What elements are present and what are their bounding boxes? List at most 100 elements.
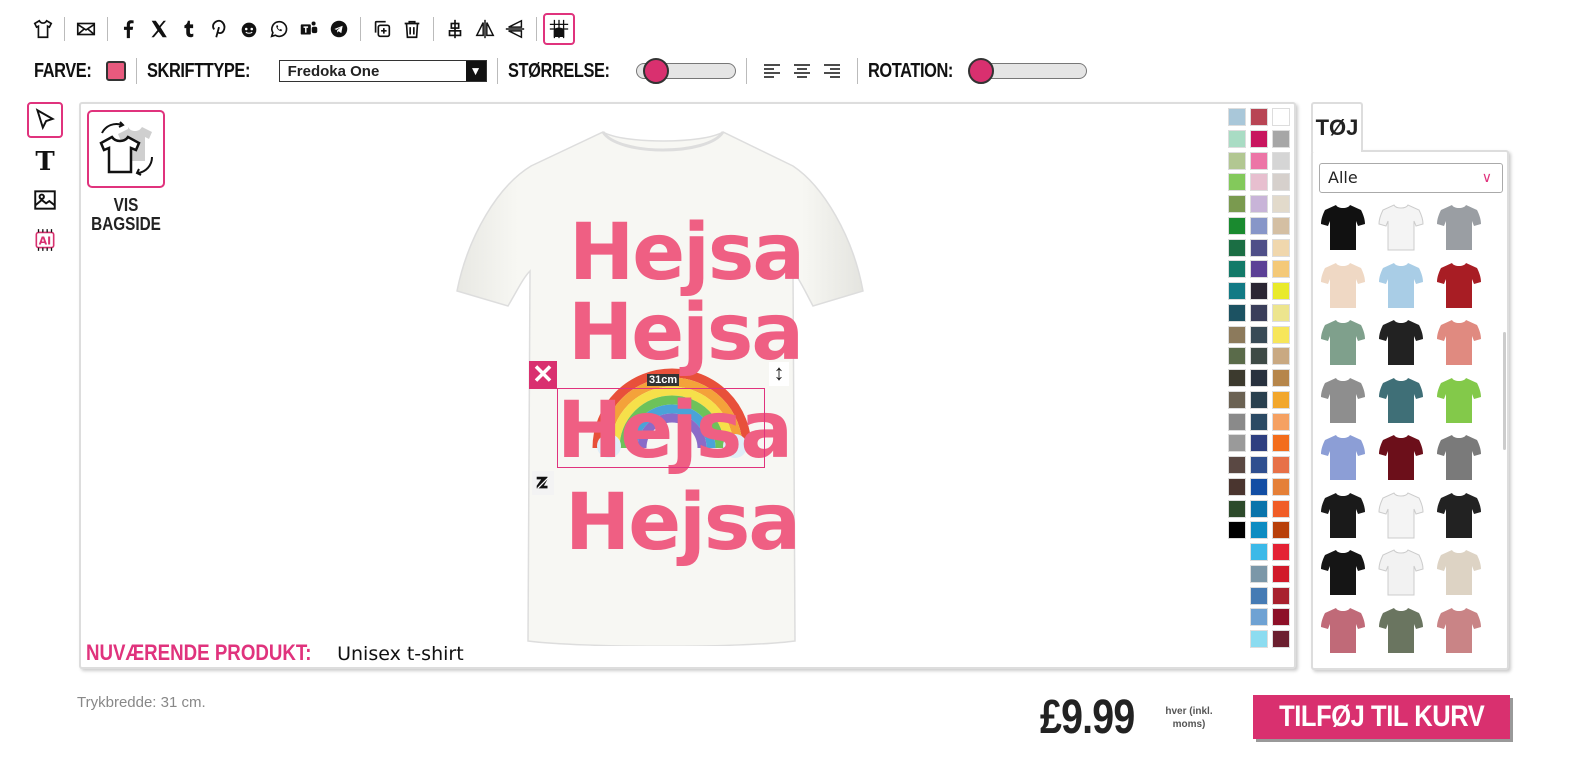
color-swatch-option[interactable]: [1228, 412, 1246, 431]
facebook-icon[interactable]: [114, 14, 144, 44]
color-swatch-option[interactable]: [1272, 151, 1290, 170]
product-item-beige-tshirt[interactable]: [1319, 260, 1367, 310]
color-swatch-option[interactable]: [1272, 390, 1290, 409]
product-item-varsity-jacket[interactable]: [1435, 260, 1483, 310]
color-swatch-option[interactable]: [1250, 390, 1268, 409]
product-item-salmon-tank[interactable]: [1435, 317, 1483, 367]
color-swatch-option[interactable]: [1272, 347, 1290, 366]
size-slider[interactable]: [635, 58, 736, 84]
color-swatch-option[interactable]: [1272, 195, 1290, 213]
product-item-black-tshirt[interactable]: [1319, 202, 1367, 252]
color-swatch-option[interactable]: [1250, 195, 1268, 213]
color-swatch-option[interactable]: [1250, 521, 1268, 540]
color-swatch-option[interactable]: [1228, 369, 1246, 387]
color-swatch-option[interactable]: [1228, 456, 1246, 474]
color-swatch-option[interactable]: [1228, 325, 1246, 344]
color-swatch-option[interactable]: [1272, 129, 1290, 148]
design-canvas[interactable]: VIS BAGSIDE Hejsa Hejsa Hejsa Hejsa 31cm…: [79, 102, 1296, 669]
color-swatch-option[interactable]: [1228, 173, 1246, 192]
color-swatch-option[interactable]: [1272, 434, 1290, 453]
duplicate-icon[interactable]: [367, 14, 397, 44]
tumblr-icon[interactable]: [174, 14, 204, 44]
text-line-2[interactable]: Hejsa: [568, 294, 804, 372]
product-item-rose-longsleeve[interactable]: [1319, 605, 1367, 655]
add-to-cart-button[interactable]: TILFØJ TIL KURV: [1253, 695, 1510, 739]
color-swatch-option[interactable]: [1228, 477, 1246, 496]
scrollbar[interactable]: [1503, 332, 1506, 450]
tab-clothing[interactable]: TØJ: [1311, 102, 1363, 152]
color-swatch-option[interactable]: [1228, 390, 1246, 409]
color-swatch-option[interactable]: [1250, 434, 1268, 453]
color-swatch-option[interactable]: [1272, 586, 1290, 605]
color-swatch-option[interactable]: [1250, 543, 1268, 561]
product-item-black-tee[interactable]: [1319, 490, 1367, 540]
color-swatch-option[interactable]: [1272, 630, 1290, 648]
grid-icon[interactable]: [543, 13, 575, 45]
selection-box[interactable]: [557, 388, 765, 468]
color-swatch-option[interactable]: [1272, 173, 1290, 192]
ai-tool-icon[interactable]: AI: [27, 222, 63, 258]
color-swatch-option[interactable]: [1250, 630, 1268, 648]
color-swatch-option[interactable]: [1250, 369, 1268, 387]
pinterest-icon[interactable]: [204, 14, 234, 44]
product-item-sage-longsleeve[interactable]: [1319, 317, 1367, 367]
color-swatch-option[interactable]: [1272, 303, 1290, 322]
color-swatch-option[interactable]: [1250, 325, 1268, 344]
color-swatch-option[interactable]: [1228, 347, 1246, 366]
color-swatch-option[interactable]: [1272, 499, 1290, 518]
product-item-grey-polo[interactable]: [1435, 432, 1483, 482]
color-swatch-option[interactable]: [1228, 108, 1246, 126]
font-select[interactable]: Fredoka One ▼: [278, 60, 487, 82]
color-swatch-option[interactable]: [1250, 499, 1268, 518]
product-item-grey-crop-top[interactable]: [1319, 375, 1367, 425]
color-swatch-option[interactable]: [1250, 412, 1268, 431]
color-swatch-option[interactable]: [1272, 369, 1290, 387]
color-swatch-option[interactable]: [1250, 608, 1268, 627]
color-swatch-option[interactable]: [1272, 108, 1290, 126]
color-swatch-option[interactable]: [1250, 151, 1268, 170]
product-item-maroon-longsleeve[interactable]: [1377, 432, 1425, 482]
tshirt-icon[interactable]: [28, 14, 58, 44]
color-swatch-option[interactable]: [1272, 238, 1290, 257]
edit-text-icon[interactable]: [532, 471, 554, 495]
color-swatch-option[interactable]: [1250, 216, 1268, 235]
color-swatch-option[interactable]: [1272, 477, 1290, 496]
rotation-slider-knob[interactable]: [968, 58, 995, 84]
color-swatch-option[interactable]: [1250, 477, 1268, 496]
product-item-rose-tank[interactable]: [1435, 605, 1483, 655]
color-swatch[interactable]: [105, 61, 126, 81]
color-swatch-option[interactable]: [1272, 260, 1290, 279]
center-icon[interactable]: [440, 14, 470, 44]
product-item-black-orange-hoodie[interactable]: [1377, 317, 1425, 367]
color-swatch-option[interactable]: [1250, 108, 1268, 126]
product-item-white-tank[interactable]: [1377, 547, 1425, 597]
align-right-icon[interactable]: [817, 57, 847, 85]
color-swatch-option[interactable]: [1272, 412, 1290, 431]
resize-icon[interactable]: ↕: [769, 362, 789, 386]
color-swatch-option[interactable]: [1228, 260, 1246, 279]
product-item-green-polo[interactable]: [1435, 375, 1483, 425]
rotation-slider[interactable]: [968, 58, 1088, 84]
color-swatch-option[interactable]: [1272, 608, 1290, 627]
color-swatch-option[interactable]: [1250, 129, 1268, 148]
color-swatch-option[interactable]: [1228, 151, 1246, 170]
color-swatch-option[interactable]: [1228, 195, 1246, 213]
color-swatch-option[interactable]: [1250, 303, 1268, 322]
product-item-cream-cardigan[interactable]: [1435, 547, 1483, 597]
color-swatch-option[interactable]: [1250, 456, 1268, 474]
color-swatch-option[interactable]: [1228, 238, 1246, 257]
product-item-white-ladies-tee[interactable]: [1377, 490, 1425, 540]
show-backside-button[interactable]: [87, 110, 165, 188]
color-swatch-option[interactable]: [1272, 521, 1290, 540]
telegram-icon[interactable]: [324, 14, 354, 44]
select-tool-icon[interactable]: [27, 102, 63, 138]
color-swatch-option[interactable]: [1272, 456, 1290, 474]
color-swatch-option[interactable]: [1228, 282, 1246, 300]
product-item-tie-dye-tshirt[interactable]: [1377, 260, 1425, 310]
color-swatch-option[interactable]: [1250, 238, 1268, 257]
align-center-icon[interactable]: [787, 57, 817, 85]
color-swatch-option[interactable]: [1272, 564, 1290, 583]
reddit-icon[interactable]: [234, 14, 264, 44]
product-item-olive-crop-tank[interactable]: [1377, 605, 1425, 655]
whatsapp-icon[interactable]: [264, 14, 294, 44]
